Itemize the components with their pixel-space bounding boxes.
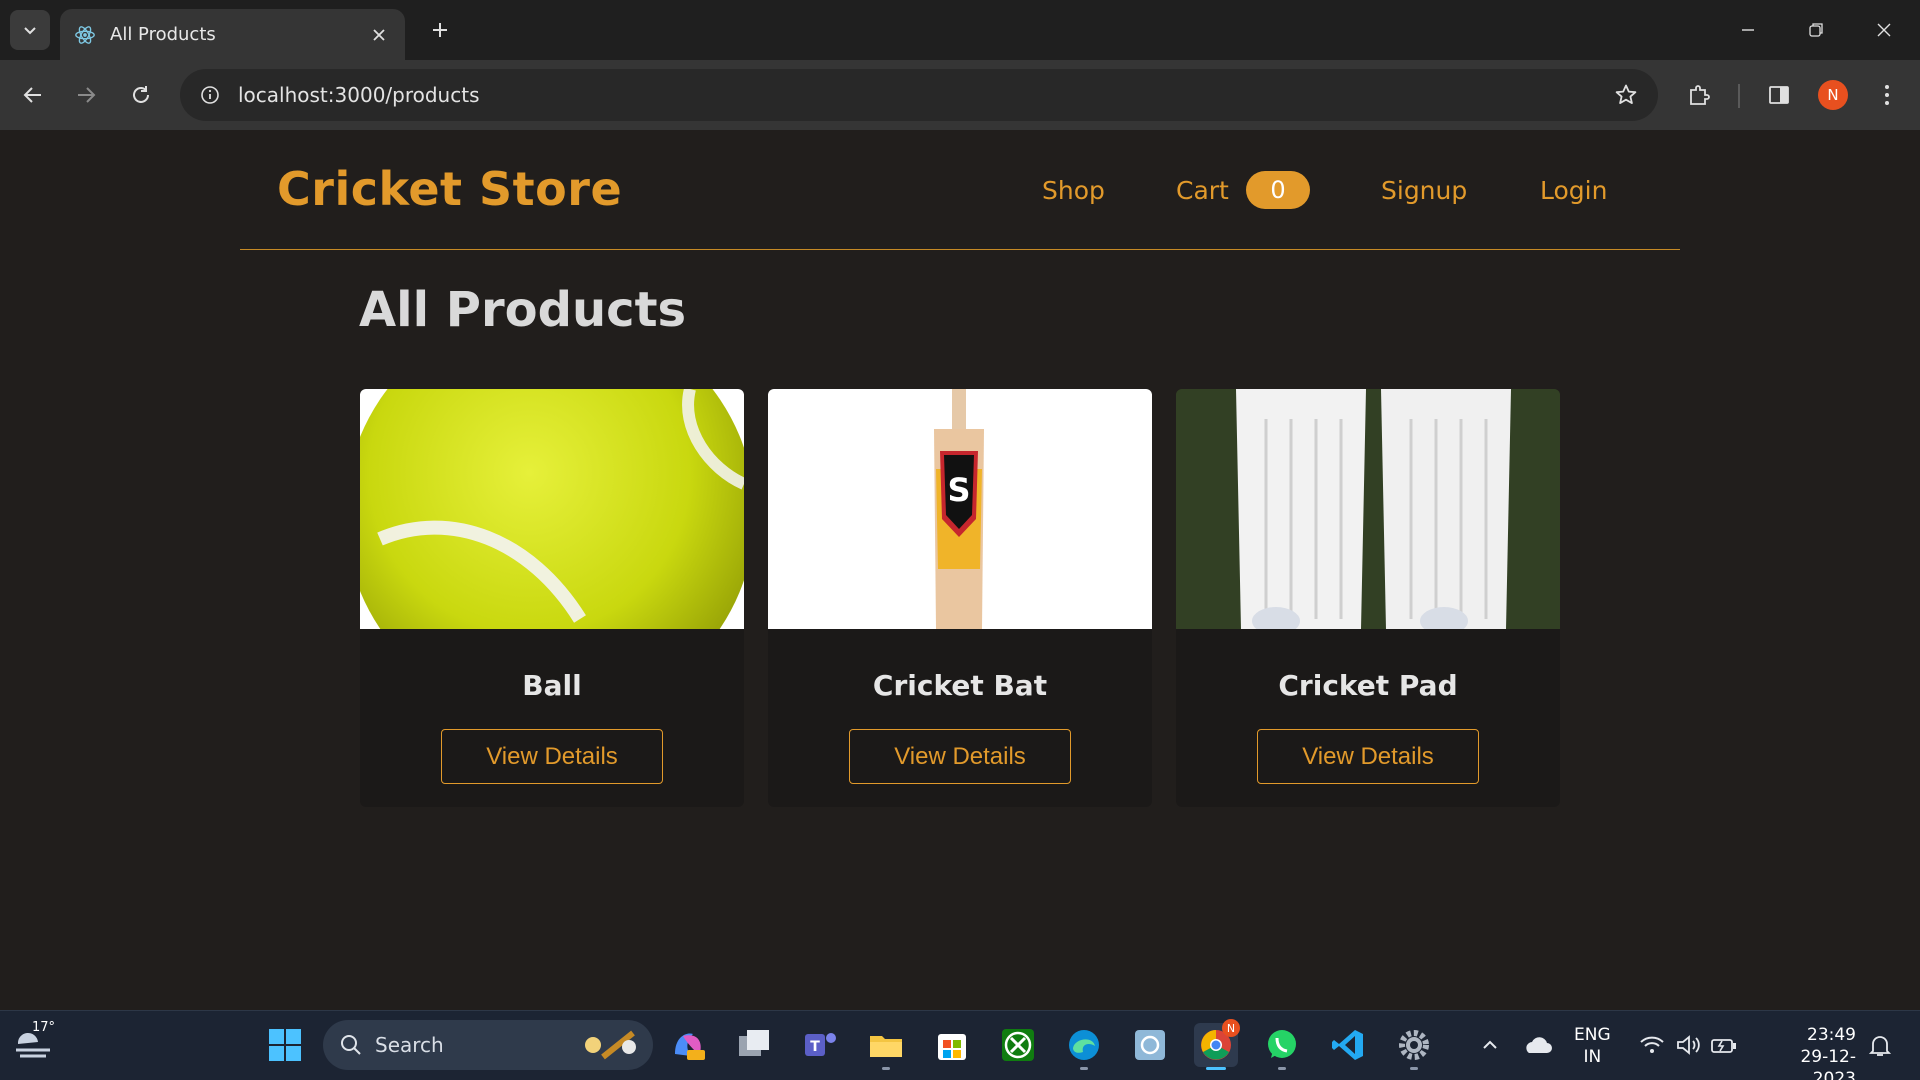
active-indicator	[1206, 1067, 1226, 1070]
task-view-icon[interactable]	[732, 1023, 776, 1067]
tab-title: All Products	[110, 24, 216, 45]
xbox-icon[interactable]	[996, 1023, 1040, 1067]
chevron-up-icon[interactable]	[1468, 1023, 1512, 1067]
taskbar-search[interactable]: Search	[323, 1020, 653, 1070]
toolbar-divider	[1738, 84, 1740, 108]
chrome-icon[interactable]: N	[1194, 1019, 1240, 1070]
address-bar[interactable]: localhost:3000/products	[180, 69, 1658, 121]
product-card: S Cricket Bat View Details	[768, 389, 1152, 807]
chrome-profile-badge: N	[1222, 1019, 1240, 1037]
product-card: Cricket Pad View Details	[1176, 389, 1560, 807]
view-details-button[interactable]: View Details	[1257, 729, 1479, 784]
running-indicator	[1080, 1067, 1088, 1070]
view-details-button[interactable]: View Details	[441, 729, 663, 784]
product-name: Cricket Bat	[872, 669, 1048, 702]
running-indicator	[1410, 1067, 1418, 1070]
cricket-pad-image[interactable]	[1176, 389, 1560, 629]
file-explorer-icon[interactable]	[864, 1023, 908, 1070]
weather-temperature: 17°	[32, 1020, 56, 1035]
site-header: Cricket Store Shop Cart 0 Signup Login	[240, 130, 1680, 250]
microsoft-store-icon[interactable]	[930, 1023, 974, 1067]
view-details-button[interactable]: View Details	[849, 729, 1071, 784]
close-window-icon[interactable]	[1866, 12, 1902, 48]
url-text[interactable]: localhost:3000/products	[238, 83, 1604, 107]
cricket-bat-image[interactable]: S	[768, 389, 1152, 629]
language-indicator[interactable]: ENG IN	[1574, 1024, 1611, 1068]
more-menu-icon[interactable]	[1868, 76, 1906, 114]
minimize-icon[interactable]	[1730, 12, 1766, 48]
product-name: Cricket Pad	[1278, 669, 1458, 702]
running-indicator	[1278, 1067, 1286, 1070]
product-card: Ball View Details	[360, 389, 744, 807]
photos-icon[interactable]	[1128, 1023, 1172, 1067]
tennis-ball-image[interactable]	[360, 389, 744, 629]
browser-tab-active[interactable]: All Products	[60, 9, 405, 60]
clock-time: 23:49	[1807, 1025, 1856, 1045]
site-info-icon[interactable]	[194, 79, 226, 111]
tab-search-button[interactable]	[10, 10, 50, 50]
nav-signup-link[interactable]: Signup	[1381, 176, 1467, 205]
teams-icon[interactable]: T	[798, 1023, 842, 1067]
nav-cart-link[interactable]: Cart	[1176, 176, 1229, 205]
svg-text:T: T	[810, 1039, 820, 1055]
new-tab-icon[interactable]	[424, 14, 456, 46]
whatsapp-icon[interactable]	[1260, 1023, 1304, 1070]
edge-icon[interactable]	[1062, 1023, 1106, 1070]
close-tab-icon[interactable]	[367, 23, 391, 47]
restore-icon[interactable]	[1798, 12, 1834, 48]
copilot-icon[interactable]	[666, 1023, 710, 1067]
language-code: ENG	[1574, 1025, 1611, 1045]
search-label: Search	[375, 1033, 444, 1057]
brand-logo-text[interactable]: Cricket Store	[277, 162, 622, 216]
settings-gear-icon[interactable]	[1392, 1023, 1436, 1070]
nav-shop-link[interactable]: Shop	[1042, 176, 1105, 205]
page-title: All Products	[359, 282, 687, 338]
battery-icon[interactable]	[1702, 1023, 1746, 1067]
product-name: Ball	[522, 669, 582, 702]
svg-text:S: S	[947, 471, 970, 509]
browser-toolbar: localhost:3000/products N	[0, 60, 1920, 130]
cart-count-badge[interactable]: 0	[1246, 171, 1310, 209]
windows-start-icon[interactable]	[263, 1023, 307, 1067]
bookmark-star-icon[interactable]	[1604, 73, 1648, 117]
extensions-puzzle-icon[interactable]	[1680, 76, 1718, 114]
profile-avatar[interactable]: N	[1818, 80, 1848, 110]
region-code: IN	[1583, 1047, 1602, 1067]
clock[interactable]: 23:49 29-12-2023	[1760, 1024, 1856, 1080]
back-arrow-icon[interactable]	[14, 76, 52, 114]
vscode-icon[interactable]	[1326, 1023, 1370, 1067]
notification-bell-icon[interactable]	[1858, 1023, 1902, 1067]
search-icon	[341, 1035, 361, 1055]
search-highlight-icon	[585, 1030, 636, 1060]
page-viewport: Cricket Store Shop Cart 0 Signup Login A…	[0, 130, 1920, 1010]
onedrive-cloud-icon[interactable]	[1516, 1023, 1560, 1067]
reload-icon[interactable]	[122, 76, 160, 114]
react-icon	[75, 25, 95, 44]
clock-date: 29-12-2023	[1800, 1047, 1856, 1080]
side-panel-icon[interactable]	[1760, 76, 1798, 114]
chevron-down-icon	[24, 27, 36, 35]
browser-tab-bar: All Products	[0, 0, 1920, 60]
running-indicator	[882, 1067, 890, 1070]
nav-login-link[interactable]: Login	[1540, 176, 1607, 205]
forward-arrow-icon[interactable]	[67, 76, 105, 114]
